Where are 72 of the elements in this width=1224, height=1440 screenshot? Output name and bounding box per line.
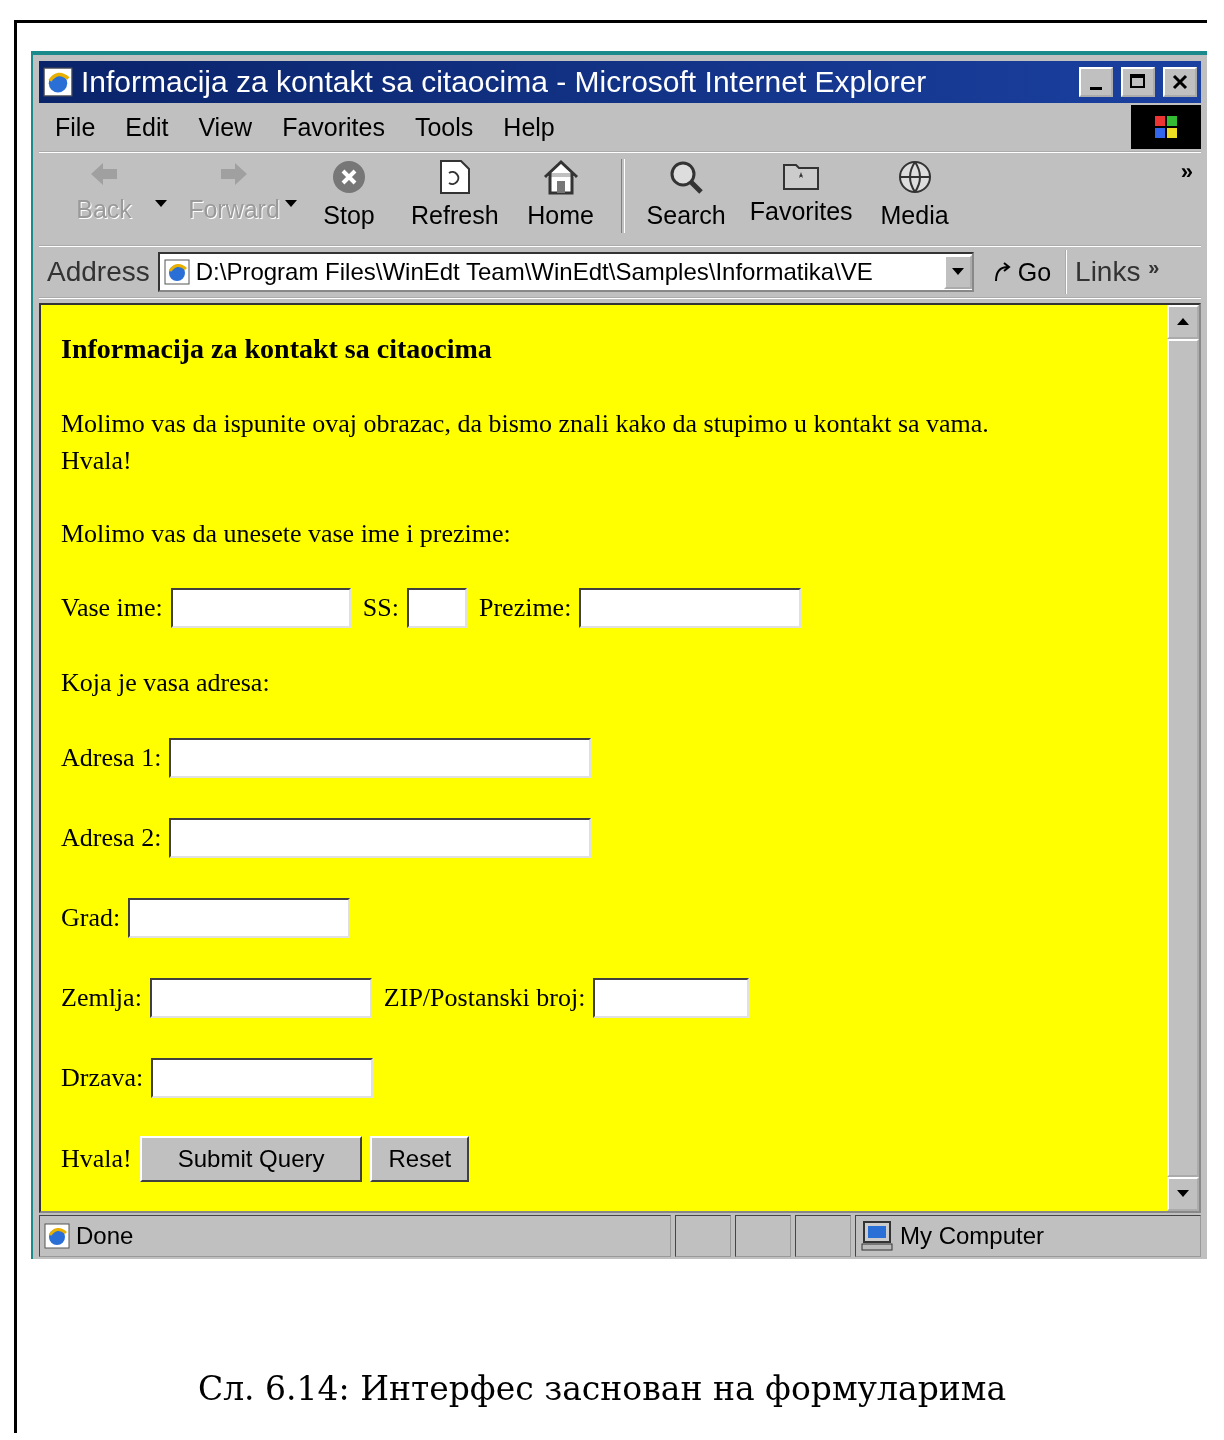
computer-icon (860, 1220, 894, 1252)
address-label: Address (47, 256, 150, 288)
field-label: SS: (362, 593, 399, 623)
home-icon (541, 159, 580, 195)
menu-item[interactable]: Edit (125, 112, 169, 142)
field-label: Adresa 2: (61, 823, 162, 853)
status-pane (675, 1215, 731, 1257)
menu-item[interactable]: File (55, 112, 96, 142)
toolbar-button[interactable]: Search (634, 159, 738, 230)
input-field[interactable] (593, 978, 750, 1018)
paragraph: Molimo vas da unesete vase ime i prezime: (61, 518, 512, 550)
toolbar-button[interactable]: Media (864, 159, 965, 230)
down-caret-icon (155, 200, 167, 208)
page-heading: Informacija za kontakt sa citaocima (61, 333, 493, 365)
input-field[interactable] (149, 978, 372, 1018)
status-pane (735, 1215, 791, 1257)
down-caret-icon (951, 268, 964, 276)
paragraph: Molimo vas da ispunite ovaj obrazac, da bismo znali kako da stupimo u kontakt sa vama. Hvala! (61, 408, 990, 477)
close-button[interactable] (1163, 67, 1197, 97)
window-title: Informacija za kontakt sa citaocima - Microsoft Internet Explorer (81, 65, 928, 99)
toolbar-button[interactable]: Favorites (737, 159, 865, 226)
more-button[interactable]: » (1180, 159, 1201, 185)
reset-button[interactable]: Reset (370, 1136, 470, 1182)
logo-icon (1131, 105, 1201, 149)
input-field[interactable] (170, 588, 351, 628)
field-label: Vase ime: (61, 593, 163, 623)
input-field[interactable] (406, 588, 467, 628)
status-pane (795, 1215, 851, 1257)
maximize-icon (1130, 74, 1146, 90)
menu-item[interactable]: Help (503, 112, 555, 142)
stop-icon (331, 159, 367, 195)
close-icon (1172, 74, 1188, 90)
globe-page-icon (163, 259, 190, 285)
go-button[interactable]: Go (981, 250, 1068, 294)
down-caret-icon (1177, 1190, 1189, 1198)
input-field[interactable] (579, 588, 802, 628)
minimize-button[interactable] (1079, 67, 1113, 97)
refresh-icon (438, 159, 471, 195)
submit-button[interactable]: Submit Query (139, 1136, 363, 1182)
field-label: Adresa 1: (61, 743, 162, 773)
scroll-down-button[interactable] (1167, 1177, 1199, 1211)
toolbar-button[interactable]: Home (510, 159, 611, 230)
toolbar-button[interactable]: Refresh (399, 159, 511, 230)
field-label: Zemlja: (61, 983, 142, 1013)
paragraph: Hvala! (61, 1144, 132, 1174)
input-field[interactable] (169, 818, 592, 858)
input-field[interactable] (128, 898, 351, 938)
menu-item[interactable]: Favorites (282, 112, 385, 142)
field-label: Grad: (61, 903, 121, 933)
field-label: Drzava: (61, 1063, 144, 1093)
dropdown-button[interactable] (943, 255, 972, 289)
toolbar-button[interactable]: Stop (299, 159, 399, 230)
menu-item[interactable]: Tools (414, 112, 474, 142)
links-button[interactable]: Links » (1075, 256, 1160, 288)
status-text: Done (76, 1222, 134, 1250)
field-label: Prezime: (478, 593, 572, 623)
globe-icon (896, 159, 933, 195)
input-field[interactable] (169, 738, 592, 778)
globe-page-icon (43, 67, 73, 97)
figure-caption: Сл. 6.14: Интерфес заснован на формуларима (196, 1369, 1008, 1408)
globe-page-icon (44, 1223, 70, 1249)
paragraph: Koja je vasa adresa: (61, 668, 270, 698)
scroll-up-button[interactable] (1167, 305, 1199, 339)
address-field[interactable]: D:\Program Files\WinEdt Team\WinEdt\Samples\Informatika\VE (157, 252, 974, 292)
down-caret-icon (285, 200, 297, 208)
zone-text: My Computer (900, 1222, 1045, 1250)
menu-item[interactable]: View (198, 112, 253, 142)
input-field[interactable] (151, 1058, 374, 1098)
maximize-button[interactable] (1121, 67, 1155, 97)
minimize-icon (1090, 87, 1102, 90)
up-caret-icon (1177, 318, 1189, 326)
field-label: ZIP/Postanski broj: (383, 983, 586, 1013)
